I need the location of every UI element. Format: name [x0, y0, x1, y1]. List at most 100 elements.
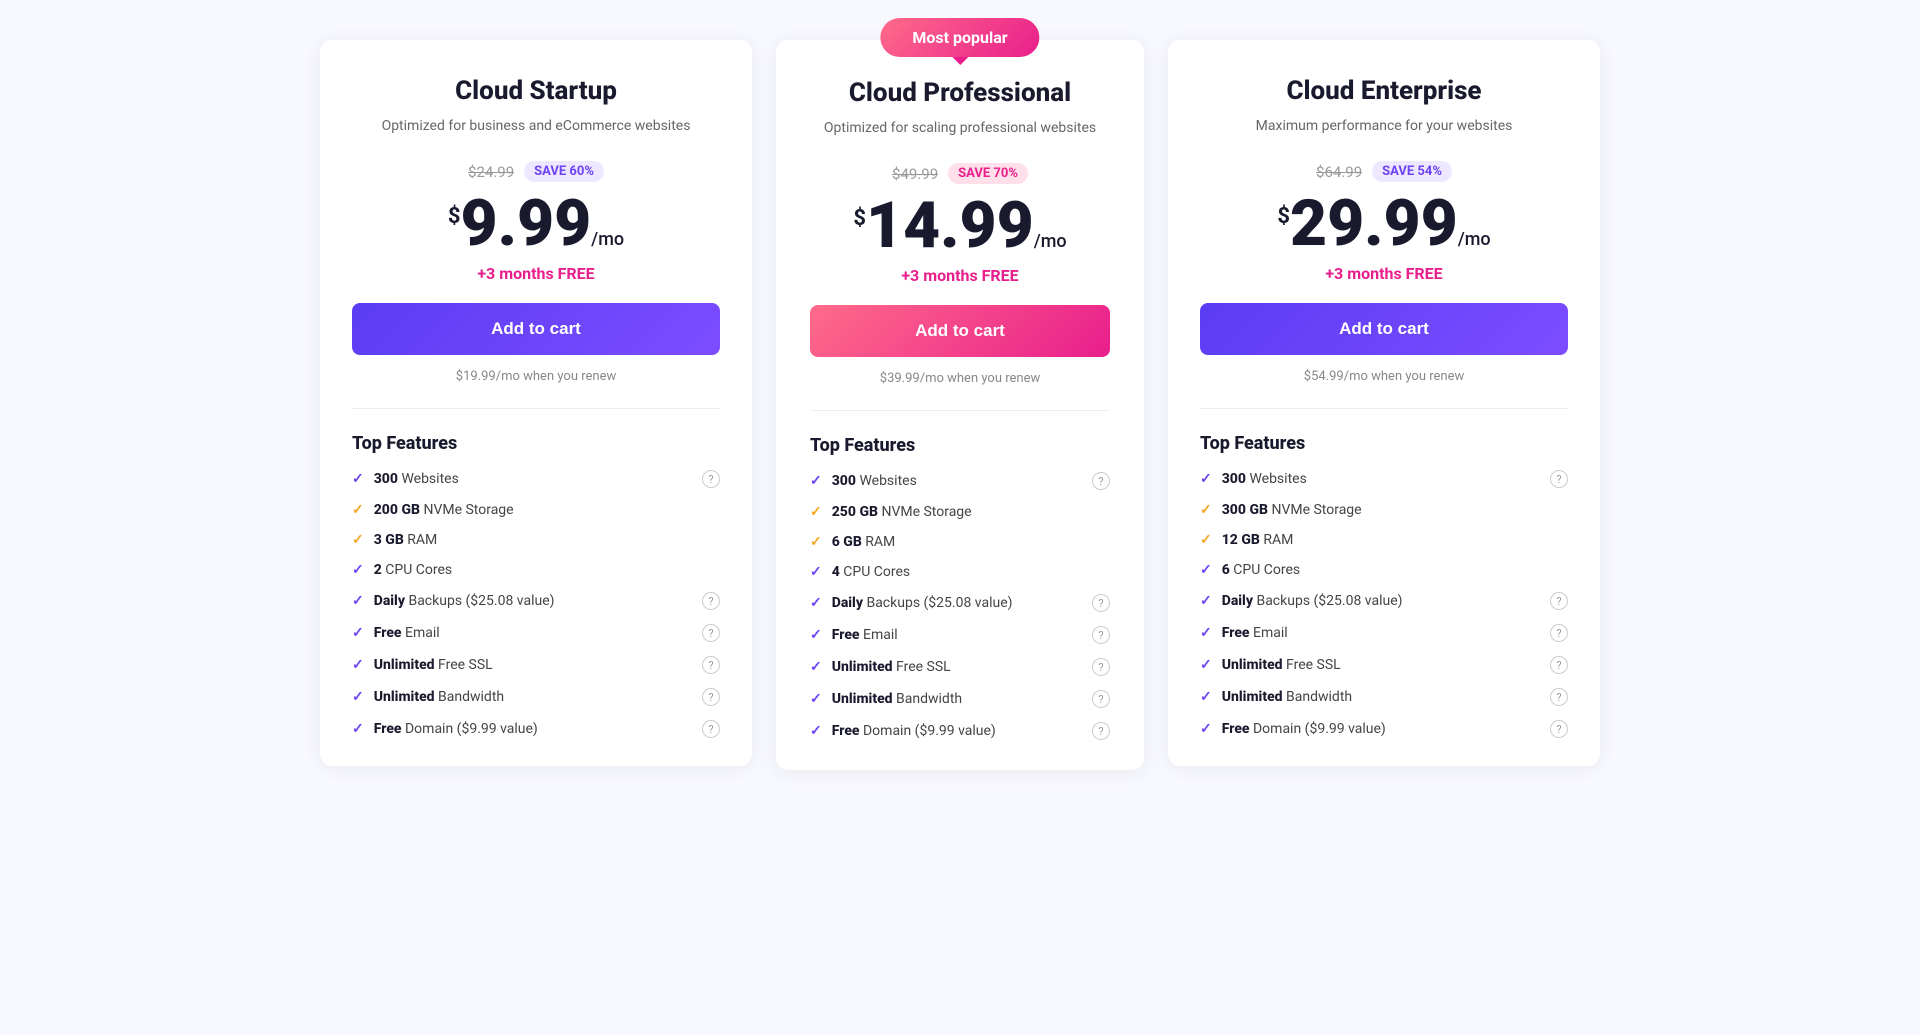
feature-email-startup: ✓Free Email ?: [352, 624, 720, 642]
info-icon[interactable]: ?: [1092, 626, 1110, 644]
feature-backups-enterprise: ✓Daily Backups ($25.08 value) ?: [1200, 592, 1568, 610]
check-icon: ✓: [352, 471, 364, 487]
check-icon: ✓: [810, 473, 822, 489]
info-icon[interactable]: ?: [1092, 658, 1110, 676]
check-icon: ✓: [1200, 471, 1212, 487]
price-mo-professional: /mo: [1034, 231, 1067, 252]
top-features-title-enterprise: Top Features: [1200, 433, 1568, 454]
price-dollar-enterprise: $: [1277, 204, 1290, 229]
check-icon: ✓: [810, 659, 822, 675]
feature-email-professional: ✓Free Email ?: [810, 626, 1110, 644]
info-icon[interactable]: ?: [1550, 720, 1568, 738]
info-icon[interactable]: ?: [702, 624, 720, 642]
price-mo-enterprise: /mo: [1458, 229, 1491, 250]
check-icon-yellow: ✓: [352, 502, 364, 518]
info-icon[interactable]: ?: [702, 592, 720, 610]
check-icon-yellow: ✓: [810, 504, 822, 520]
top-features-title-startup: Top Features: [352, 433, 720, 454]
most-popular-badge: Most popular: [880, 18, 1039, 57]
check-icon: ✓: [1200, 689, 1212, 705]
price-amount-startup: 9.99: [461, 186, 592, 261]
feature-ssl-startup: ✓Unlimited Free SSL ?: [352, 656, 720, 674]
feature-list-enterprise: ✓300 Websites ? ✓300 GB NVMe Storage ✓12…: [1200, 470, 1568, 738]
save-badge-startup: SAVE 60%: [524, 161, 604, 182]
pricing-wrapper: Cloud Startup Optimized for business and…: [320, 20, 1600, 770]
check-icon-yellow: ✓: [810, 534, 822, 550]
feature-websites-startup: ✓300 Websites ?: [352, 470, 720, 488]
check-icon: ✓: [352, 562, 364, 578]
feature-list-startup: ✓300 Websites ? ✓200 GB NVMe Storage ✓3 …: [352, 470, 720, 738]
feature-bandwidth-startup: ✓Unlimited Bandwidth ?: [352, 688, 720, 706]
feature-ram-enterprise: ✓12 GB RAM: [1200, 532, 1568, 548]
plan-card-startup: Cloud Startup Optimized for business and…: [320, 40, 752, 766]
check-icon: ✓: [1200, 625, 1212, 641]
info-icon[interactable]: ?: [1092, 594, 1110, 612]
feature-backups-professional: ✓Daily Backups ($25.08 value) ?: [810, 594, 1110, 612]
check-icon: ✓: [1200, 721, 1212, 737]
price-amount-professional: 14.99: [866, 188, 1034, 263]
feature-list-professional: ✓300 Websites ? ✓250 GB NVMe Storage ✓6 …: [810, 472, 1110, 740]
check-icon: ✓: [1200, 562, 1212, 578]
info-icon[interactable]: ?: [1092, 722, 1110, 740]
plan-subtitle-professional: Optimized for scaling professional websi…: [810, 118, 1110, 139]
info-icon[interactable]: ?: [702, 720, 720, 738]
check-icon: ✓: [810, 691, 822, 707]
add-to-cart-professional[interactable]: Add to cart: [810, 305, 1110, 357]
info-icon[interactable]: ?: [1550, 470, 1568, 488]
check-icon: ✓: [810, 595, 822, 611]
info-icon[interactable]: ?: [1550, 656, 1568, 674]
check-icon-yellow: ✓: [1200, 532, 1212, 548]
feature-websites-enterprise: ✓300 Websites ?: [1200, 470, 1568, 488]
feature-storage-startup: ✓200 GB NVMe Storage: [352, 502, 720, 518]
pricing-badges-professional: $49.99 SAVE 70%: [810, 163, 1110, 184]
add-to-cart-startup[interactable]: Add to cart: [352, 303, 720, 355]
feature-cpu-startup: ✓2 CPU Cores: [352, 562, 720, 578]
plan-title-enterprise: Cloud Enterprise: [1200, 76, 1568, 106]
feature-cpu-enterprise: ✓6 CPU Cores: [1200, 562, 1568, 578]
info-icon[interactable]: ?: [1550, 624, 1568, 642]
pricing-badges-startup: $24.99 SAVE 60%: [352, 161, 720, 182]
feature-ram-startup: ✓3 GB RAM: [352, 532, 720, 548]
original-price-enterprise: $64.99: [1316, 163, 1362, 181]
price-mo-startup: /mo: [591, 229, 624, 250]
check-icon: ✓: [352, 721, 364, 737]
info-icon[interactable]: ?: [1550, 592, 1568, 610]
divider-professional: [810, 410, 1110, 411]
info-icon[interactable]: ?: [702, 470, 720, 488]
feature-storage-enterprise: ✓300 GB NVMe Storage: [1200, 502, 1568, 518]
check-icon: ✓: [810, 564, 822, 580]
info-icon[interactable]: ?: [1092, 690, 1110, 708]
check-icon: ✓: [352, 689, 364, 705]
renew-price-startup: $19.99/mo when you renew: [352, 369, 720, 384]
free-months-startup: +3 months FREE: [352, 264, 720, 283]
feature-backups-startup: ✓Daily Backups ($25.08 value) ?: [352, 592, 720, 610]
feature-bandwidth-professional: ✓Unlimited Bandwidth ?: [810, 690, 1110, 708]
price-row-startup: $9.99/mo: [352, 192, 720, 256]
pricing-badges-enterprise: $64.99 SAVE 54%: [1200, 161, 1568, 182]
info-icon[interactable]: ?: [1550, 688, 1568, 706]
feature-ssl-professional: ✓Unlimited Free SSL ?: [810, 658, 1110, 676]
feature-websites-professional: ✓300 Websites ?: [810, 472, 1110, 490]
add-to-cart-enterprise[interactable]: Add to cart: [1200, 303, 1568, 355]
price-row-professional: $14.99/mo: [810, 194, 1110, 258]
feature-domain-enterprise: ✓Free Domain ($9.99 value) ?: [1200, 720, 1568, 738]
free-months-enterprise: +3 months FREE: [1200, 264, 1568, 283]
info-icon[interactable]: ?: [702, 688, 720, 706]
check-icon: ✓: [1200, 657, 1212, 673]
check-icon: ✓: [1200, 593, 1212, 609]
feature-domain-startup: ✓Free Domain ($9.99 value) ?: [352, 720, 720, 738]
feature-storage-professional: ✓250 GB NVMe Storage: [810, 504, 1110, 520]
plan-subtitle-enterprise: Maximum performance for your websites: [1200, 116, 1568, 137]
renew-price-enterprise: $54.99/mo when you renew: [1200, 369, 1568, 384]
original-price-startup: $24.99: [468, 163, 514, 181]
save-badge-professional: SAVE 70%: [948, 163, 1028, 184]
info-icon[interactable]: ?: [1092, 472, 1110, 490]
price-row-enterprise: $29.99/mo: [1200, 192, 1568, 256]
price-dollar-startup: $: [448, 204, 461, 229]
divider-startup: [352, 408, 720, 409]
info-icon[interactable]: ?: [702, 656, 720, 674]
check-icon: ✓: [352, 593, 364, 609]
check-icon-yellow: ✓: [1200, 502, 1212, 518]
free-months-professional: +3 months FREE: [810, 266, 1110, 285]
plan-card-enterprise: Cloud Enterprise Maximum performance for…: [1168, 40, 1600, 766]
